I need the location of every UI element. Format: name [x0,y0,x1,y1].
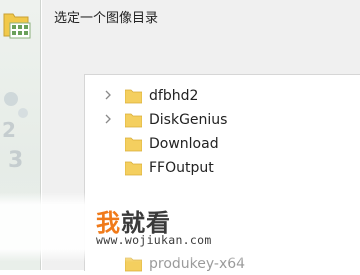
folder-icon [125,89,142,104]
tree-item-download[interactable]: Download [85,133,360,155]
folder-label: Download [149,136,219,152]
dialog-title: 选定一个图像目录 [54,11,159,26]
tree-item-diskgenius[interactable]: DiskGenius [85,109,360,131]
chevron-right-icon[interactable] [103,114,113,124]
watermark-url: www.wojiukan.com [96,233,212,247]
folder-label: DiskGenius [149,112,228,128]
decorative-bubble [4,92,18,106]
folder-label: FFOutput [149,160,214,176]
decorative-glyph: 3 [8,148,24,173]
folder-grid-icon [3,13,31,39]
folder-icon [125,137,142,152]
folder-icon [125,113,142,128]
chevron-right-icon[interactable] [103,90,113,100]
decorative-glyph: 2 [2,118,16,142]
decorative-bubble [18,108,28,118]
folder-icon [125,161,142,176]
folder-label: dfbhd2 [149,88,199,104]
tree-item-dfbhd2[interactable]: dfbhd2 [85,85,360,107]
watermark-band [0,192,360,262]
tree-item-ffoutput[interactable]: FFOutput [85,157,360,179]
